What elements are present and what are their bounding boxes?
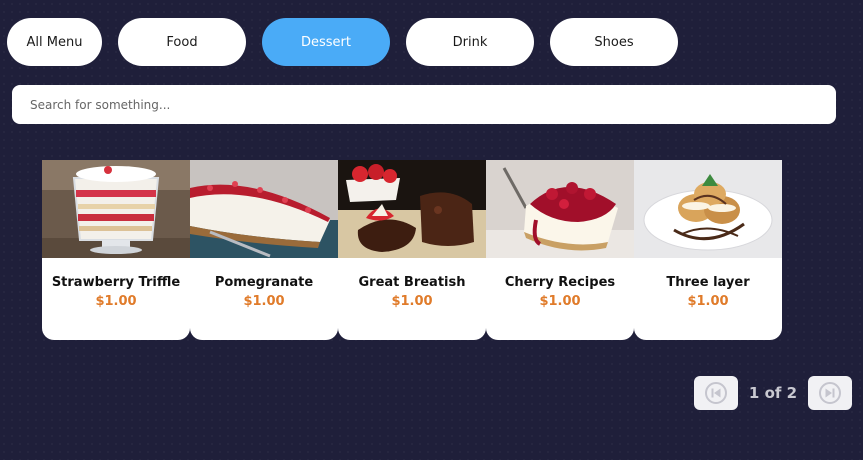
next-page-button[interactable] [808,376,852,410]
search-input[interactable] [12,85,836,124]
skip-previous-icon [705,382,727,404]
pagination: 1 of 2 [694,376,852,410]
page-indicator: 1 of 2 [748,384,798,402]
product-card[interactable]: Great Breatish $1.00 [338,160,486,340]
skip-next-icon [819,382,841,404]
strawberry-triffle-image [42,160,190,258]
product-price: $1.00 [391,294,433,309]
cherry-recipes-image [486,160,634,258]
product-price: $1.00 [95,294,137,309]
product-card[interactable]: Cherry Recipes $1.00 [486,160,634,340]
product-card[interactable]: Three layer $1.00 [634,160,782,340]
product-price: $1.00 [687,294,729,309]
product-list: Strawberry Triffle $1.00 Pomegranate $1.… [42,160,782,340]
product-name: Strawberry Triffle [51,275,181,290]
product-card[interactable]: Pomegranate $1.00 [190,160,338,340]
category-tabs: All Menu Food Dessert Drink Shoes [7,18,678,66]
previous-page-button[interactable] [694,376,738,410]
product-name: Three layer [666,275,750,290]
three-layer-image [634,160,782,258]
product-name: Great Breatish [358,275,466,290]
product-name: Cherry Recipes [504,275,616,290]
tab-all-menu[interactable]: All Menu [7,18,102,66]
product-price: $1.00 [243,294,285,309]
product-card[interactable]: Strawberry Triffle $1.00 [42,160,190,340]
tab-drink[interactable]: Drink [406,18,534,66]
tab-shoes[interactable]: Shoes [550,18,678,66]
great-breatish-image [338,160,486,258]
pomegranate-image [190,160,338,258]
tab-dessert[interactable]: Dessert [262,18,390,66]
product-name: Pomegranate [214,275,314,290]
product-price: $1.00 [539,294,581,309]
tab-food[interactable]: Food [118,18,246,66]
